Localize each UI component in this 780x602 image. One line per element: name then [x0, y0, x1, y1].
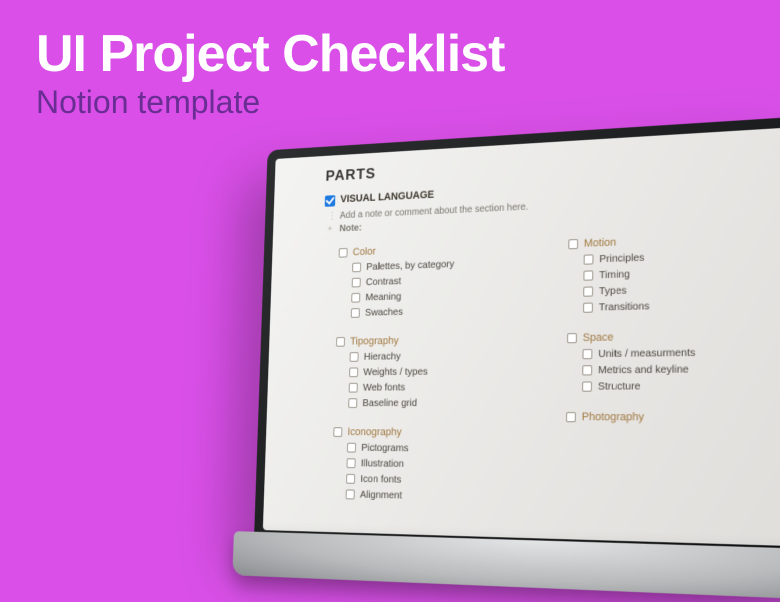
item-label: Structure — [598, 380, 641, 393]
checkbox-icon[interactable] — [347, 458, 356, 468]
checklist-group: Iconography Pictograms Illustration Icon fo… — [331, 426, 527, 508]
checkbox-icon[interactable] — [582, 365, 592, 375]
checklist-item[interactable]: Units / measurments — [582, 345, 780, 360]
checkbox-icon[interactable] — [567, 333, 577, 343]
item-label: Web fonts — [363, 382, 405, 394]
item-label: Types — [599, 285, 627, 298]
checklist-item[interactable]: Web fonts — [349, 381, 528, 394]
item-label: Contrast — [366, 275, 402, 288]
hero-subtitle: Notion template — [36, 84, 504, 121]
checkbox-icon[interactable] — [349, 367, 358, 377]
checkbox-icon[interactable] — [346, 474, 355, 484]
checkbox-icon[interactable] — [348, 398, 357, 408]
checkbox-icon[interactable] — [568, 239, 578, 249]
checkbox-icon[interactable] — [582, 381, 592, 391]
checkbox-icon[interactable] — [583, 303, 593, 313]
checkbox-icon[interactable] — [333, 427, 342, 437]
drag-handle-icon[interactable]: ⋮⋮ — [328, 210, 337, 223]
checkbox-icon[interactable] — [347, 443, 356, 453]
hero-banner: UI Project Checklist Notion template — [36, 28, 504, 121]
item-label: Alignment — [360, 489, 402, 502]
group-label: Iconography — [347, 426, 401, 438]
checklist-item[interactable]: Timing — [583, 263, 780, 281]
item-label: Transitions — [599, 300, 650, 313]
checklist-item[interactable]: Icon fonts — [346, 473, 526, 488]
group-label: Motion — [584, 237, 616, 250]
checklist-item[interactable]: Metrics and keyline — [582, 362, 780, 376]
checkbox-icon[interactable] — [351, 308, 360, 318]
checklist-item[interactable]: Meaning — [351, 287, 529, 303]
checkbox-icon[interactable] — [350, 352, 359, 362]
item-label: Metrics and keyline — [598, 363, 689, 376]
item-label: Swaches — [365, 306, 403, 318]
item-label: Illustration — [361, 458, 404, 470]
group-label: Tipography — [350, 335, 399, 347]
item-label: Meaning — [365, 291, 401, 303]
checkbox-icon[interactable] — [336, 337, 345, 347]
checkbox-icon[interactable] — [582, 349, 592, 359]
group-label: Space — [583, 331, 614, 344]
group-heading[interactable]: Tipography — [336, 333, 529, 348]
item-label: Icon fonts — [360, 473, 401, 485]
checklist-group: Motion Principles Timing Types Transitions — [567, 230, 780, 318]
item-label: Timing — [599, 268, 630, 281]
checklist-item[interactable]: Hierachy — [350, 349, 529, 363]
add-icon[interactable]: + — [327, 223, 336, 236]
group-heading[interactable]: Photography — [566, 411, 780, 424]
checklist-item[interactable]: Types — [583, 280, 780, 298]
notion-page: PARTS VISUAL LANGUAGE ⋮⋮Add a note or co… — [263, 127, 780, 547]
checkbox-icon[interactable] — [351, 293, 360, 303]
checklist-item[interactable]: Structure — [582, 379, 780, 392]
checklist-item[interactable]: Baseline grid — [348, 397, 527, 409]
checkbox-icon[interactable] — [583, 286, 593, 296]
checklist-group: Space Units / measurments Metrics and keyl… — [566, 328, 780, 396]
checklist-item[interactable]: Principles — [584, 247, 780, 266]
checklist-item[interactable]: Swaches — [351, 303, 529, 319]
checkbox-icon[interactable] — [566, 412, 576, 422]
checklist-item[interactable]: Contrast — [352, 271, 530, 288]
checklist-item[interactable]: Palettes, by category — [352, 256, 530, 274]
group-heading[interactable]: Iconography — [333, 426, 527, 439]
group-label: Color — [353, 246, 376, 258]
hero-title: UI Project Checklist — [36, 28, 504, 80]
checklist-group: Photography — [566, 411, 780, 428]
item-label: Pictograms — [361, 442, 409, 454]
checklist-item[interactable]: Pictograms — [347, 442, 527, 456]
group-heading[interactable]: Space — [567, 328, 780, 344]
checklist-item[interactable]: Transitions — [583, 297, 780, 314]
checklist-item[interactable]: Illustration — [346, 457, 526, 471]
checkbox-icon[interactable] — [352, 263, 361, 273]
note-label: Note: — [339, 223, 362, 234]
checkbox-icon[interactable] — [325, 195, 336, 207]
checklist-group: ColorPalettes, by category Contrast Meanin… — [337, 240, 530, 323]
checkbox-icon[interactable] — [346, 489, 355, 499]
checkbox-icon[interactable] — [339, 248, 348, 258]
checkbox-icon[interactable] — [352, 278, 361, 288]
laptop-mockup: PARTS VISUAL LANGUAGE ⋮⋮Add a note or co… — [230, 130, 780, 550]
group-label: Photography — [582, 411, 644, 423]
checklist-group: Tipography Hierachy Weights / types Web fon… — [334, 333, 529, 413]
section-label: VISUAL LANGUAGE — [340, 189, 434, 205]
checkbox-icon[interactable] — [583, 270, 593, 280]
checklist-item[interactable]: Weights / types — [349, 365, 528, 378]
item-label: Weights / types — [363, 366, 428, 378]
checklist-item[interactable]: Alignment — [346, 489, 527, 505]
checkbox-icon[interactable] — [349, 383, 358, 393]
item-label: Units / measurments — [598, 347, 695, 361]
laptop-bezel: PARTS VISUAL LANGUAGE ⋮⋮Add a note or co… — [254, 116, 780, 562]
item-label: Hierachy — [364, 351, 401, 363]
item-label: Baseline grid — [362, 397, 417, 409]
item-label: Principles — [599, 252, 644, 266]
item-label: Palettes, by category — [366, 258, 454, 272]
checkbox-icon[interactable] — [584, 254, 594, 264]
